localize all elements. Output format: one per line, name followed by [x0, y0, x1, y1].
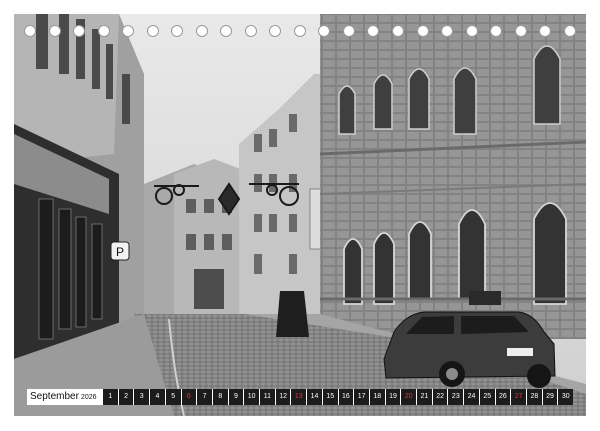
calendar-page: P September 2026 1 2 3 4 5 6 7 8 9 10 11…: [0, 0, 600, 431]
month-label: September 2026: [27, 389, 103, 405]
menu-board: [276, 291, 309, 337]
calendar-day: 2: [118, 389, 134, 405]
calendar-day: 30: [558, 389, 574, 405]
street-scene-illustration: P: [14, 14, 586, 416]
binding-hole: [490, 25, 503, 37]
calendar-day: 5: [165, 389, 181, 405]
station-wagon-car: [383, 311, 556, 388]
calendar-day: 11: [260, 389, 275, 405]
binding-hole: [391, 25, 404, 37]
binding-hole: [342, 25, 355, 37]
calendar-day: 22: [432, 389, 448, 405]
calendar-day: 10: [244, 389, 260, 405]
binding-hole: [146, 25, 159, 37]
binding-hole: [195, 25, 208, 37]
street-photo: P: [14, 14, 586, 416]
calendar-day: 3: [134, 389, 150, 405]
binding-hole: [441, 25, 454, 37]
calendar-day: 21: [417, 389, 432, 405]
calendar-day: 19: [385, 389, 401, 405]
calendar-day: 4: [150, 389, 165, 405]
calendar-day: 9: [228, 389, 244, 405]
calendar-day: 29: [542, 389, 558, 405]
calendar-day: 18: [369, 389, 385, 405]
binding-hole: [539, 25, 552, 37]
calendar-day: 16: [338, 389, 354, 405]
calendar-day: 25: [479, 389, 495, 405]
calendar-day: 28: [526, 389, 542, 405]
calendar-day: 17: [354, 389, 369, 405]
binding-hole: [122, 25, 135, 37]
binding-hole: [48, 25, 61, 37]
binding-holes: [24, 25, 576, 39]
calendar-strip: September 2026 1 2 3 4 5 6 7 8 9 10 11 12 13 14 15 16 17 1…: [27, 389, 574, 405]
license-plate: [507, 348, 533, 356]
calendar-day: 15: [322, 389, 338, 405]
binding-hole: [367, 25, 380, 37]
calendar-day: 7: [197, 389, 212, 405]
binding-hole: [465, 25, 478, 37]
binding-hole: [73, 25, 86, 37]
binding-hole: [416, 25, 429, 37]
binding-hole: [293, 25, 306, 37]
calendar-day: 20: [401, 389, 417, 405]
calendar-day: 26: [495, 389, 511, 405]
binding-hole: [514, 25, 527, 37]
binding-hole: [244, 25, 257, 37]
calendar-day: 14: [307, 389, 322, 405]
calendar-day: 24: [464, 389, 479, 405]
calendar-day: 1: [103, 389, 118, 405]
day-row: 1 2 3 4 5 6 7 8 9 10 11 12 13 14 15 16 17 18 19 20 21 22 23 24 2…: [103, 389, 574, 405]
month-name: September: [30, 391, 79, 402]
binding-hole: [24, 25, 36, 37]
cafe-sign: [469, 291, 501, 305]
binding-hole: [318, 25, 331, 37]
calendar-day: 12: [275, 389, 291, 405]
binding-hole: [97, 25, 110, 37]
parking-sign-letter: P: [116, 245, 124, 259]
calendar-day: 6: [181, 389, 197, 405]
calendar-day: 8: [212, 389, 228, 405]
calendar-day: 13: [291, 389, 307, 405]
binding-hole: [171, 25, 184, 37]
binding-hole: [563, 25, 576, 37]
calendar-day: 23: [448, 389, 464, 405]
binding-hole: [269, 25, 282, 37]
binding-hole: [220, 25, 233, 37]
year-label: 2026: [80, 394, 97, 401]
calendar-day: 27: [511, 389, 526, 405]
